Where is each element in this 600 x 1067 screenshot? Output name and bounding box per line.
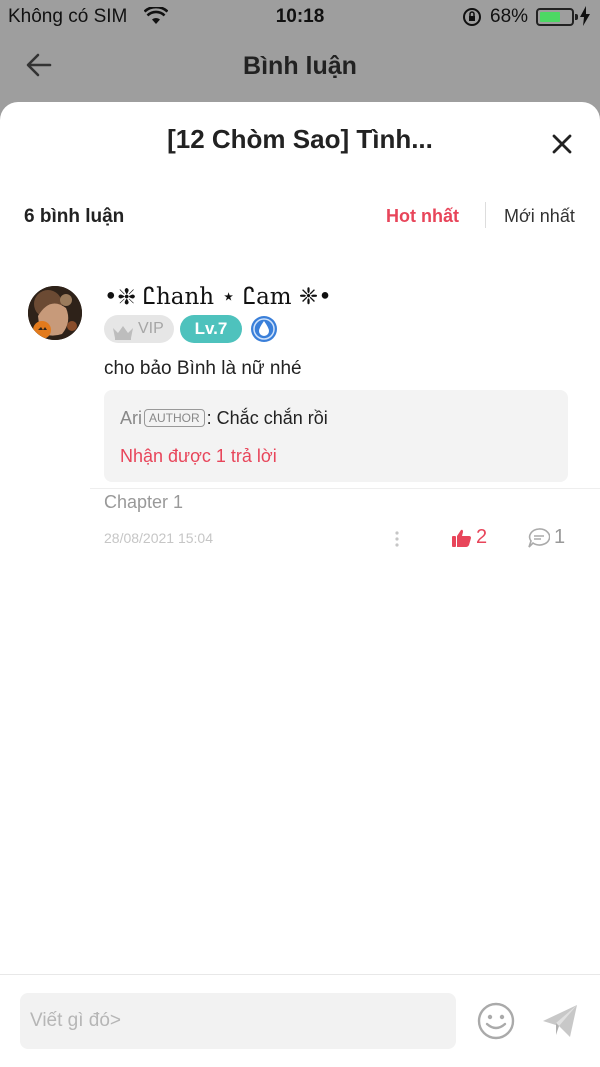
vip-label: VIP <box>138 320 164 337</box>
comment-composer <box>0 974 600 1067</box>
vip-badge: VIP <box>104 315 174 343</box>
sort-divider <box>485 202 486 228</box>
more-options-icon[interactable] <box>392 530 402 548</box>
avatar[interactable] <box>28 286 82 340</box>
comment-count: 6 bình luận <box>24 206 125 227</box>
comments-sheet: [12 Chòm Sao] Tình... 6 bình luận Hot nh… <box>0 102 600 1067</box>
rotation-lock-icon <box>462 7 482 33</box>
droplet-badge-icon <box>250 315 278 343</box>
reply-preview[interactable]: Ari AUTHOR: Chắc chắn rồi Nhận được 1 trả… <box>104 390 568 482</box>
sort-hot-tab[interactable]: Hot nhất <box>386 206 459 227</box>
sheet-title: [12 Chòm Sao] Tình... <box>167 124 433 154</box>
reply-line: Ari AUTHOR: Chắc chắn rồi <box>120 408 328 429</box>
page-title: Bình luận <box>243 52 357 80</box>
crown-icon <box>112 322 134 350</box>
comment-bubble-icon <box>528 528 551 553</box>
reply-author-name: Ari <box>120 408 142 428</box>
chapter-label[interactable]: Chapter 1 <box>104 492 183 513</box>
comment-input[interactable] <box>20 993 456 1049</box>
battery-percent: 68% <box>490 6 529 27</box>
close-icon[interactable] <box>548 130 576 158</box>
battery-icon <box>536 8 578 26</box>
status-bar: Không có SIM 10:18 68% <box>0 0 600 34</box>
reply-count: 1 <box>554 526 566 548</box>
emoji-icon[interactable] <box>476 1001 516 1041</box>
send-icon[interactable] <box>540 1001 580 1041</box>
level-badge: Lv.7 <box>180 315 242 343</box>
comment-text: cho bảo Bình là nữ nhé <box>104 358 302 379</box>
charging-bolt-icon <box>580 6 590 32</box>
reply-text: : Chắc chắn rồi <box>206 408 328 428</box>
comment-meta: 28/08/2021 15:04 2 1 <box>104 524 574 554</box>
author-tag: AUTHOR <box>144 409 205 427</box>
view-replies-link[interactable]: Nhận được 1 trả lời <box>120 446 277 467</box>
comment-count-row: 6 bình luận Hot nhất Mới nhất <box>0 198 600 238</box>
username[interactable]: •❈ Ꮭhanh ⋆ Ꮭam ❈• <box>104 284 332 310</box>
like-count: 2 <box>476 526 488 548</box>
thumbs-up-icon <box>452 529 472 552</box>
background-header: Bình luận <box>0 34 600 100</box>
comment-divider <box>90 488 600 489</box>
sort-newest-tab[interactable]: Mới nhất <box>504 206 575 227</box>
timestamp: 28/08/2021 15:04 <box>104 530 213 546</box>
